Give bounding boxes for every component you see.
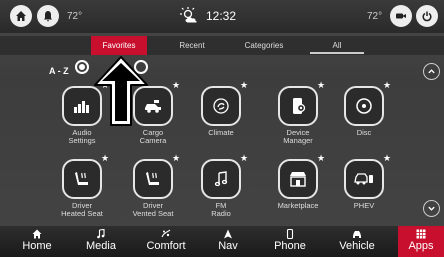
vented-seat-icon	[133, 159, 173, 199]
app-disc[interactable]: ★ Disc	[327, 80, 401, 156]
passenger-temperature[interactable]: 72°	[367, 11, 382, 22]
nav-label: Media	[86, 240, 116, 252]
power-icon[interactable]	[416, 5, 438, 27]
home-shortcut-icon[interactable]	[10, 5, 32, 27]
sort-az-radio[interactable]	[75, 60, 89, 74]
app-climate[interactable]: ★ Climate	[184, 80, 258, 156]
app-phev[interactable]: ★ PHEV	[327, 153, 401, 229]
scroll-down-button[interactable]	[423, 200, 440, 217]
status-bar: 72° 12:32 72°	[0, 0, 444, 33]
nav-media[interactable]: Media	[78, 226, 124, 257]
favorite-star-icon[interactable]: ★	[317, 153, 325, 164]
nav-home[interactable]: Home	[14, 226, 60, 257]
nav-label: Vehicle	[339, 240, 375, 252]
app-fm-radio[interactable]: ★ FM Radio	[184, 153, 258, 229]
app-label: Marketplace	[277, 201, 319, 210]
app-label: Audio Settings	[68, 128, 96, 145]
nav-apps[interactable]: Apps	[398, 226, 444, 257]
nav-comfort[interactable]: Comfort	[140, 226, 192, 257]
climate-fan-icon	[201, 86, 241, 126]
chevron-down-icon	[428, 206, 435, 211]
clock: 12:32	[206, 9, 237, 23]
nav-label: Comfort	[146, 240, 186, 252]
favorite-star-icon[interactable]: ★	[383, 153, 391, 164]
nav-label: Phone	[274, 240, 306, 252]
apps-grid-icon	[416, 229, 426, 239]
nav-label: Home	[22, 240, 52, 252]
comfort-icon	[161, 229, 171, 238]
app-device-manager[interactable]: ★ Device Manager	[261, 80, 335, 156]
home-icon	[32, 229, 42, 239]
favorite-star-icon[interactable]: ★	[383, 80, 391, 91]
weather-partly-sunny-icon	[180, 7, 197, 23]
app-label: Driver Heated Seat	[61, 201, 103, 218]
app-label: Device Manager	[283, 128, 313, 145]
car-icon	[353, 231, 361, 238]
app-marketplace[interactable]: ★ Marketplace	[261, 153, 335, 229]
tab-recent[interactable]: Recent	[164, 36, 220, 55]
favorite-star-icon[interactable]: ★	[240, 80, 248, 91]
music-note-icon	[97, 229, 105, 239]
app-driver-vented-seat[interactable]: ★ Driver Vented Seat	[116, 153, 190, 229]
device-manager-icon	[278, 86, 318, 126]
tab-categories[interactable]: Categories	[233, 36, 295, 55]
apps-tab-bar: Favorites Recent Categories All	[0, 36, 444, 55]
active-view-underline	[310, 52, 364, 54]
nav-nav[interactable]: Nav	[210, 226, 246, 257]
scroll-up-button[interactable]	[423, 63, 440, 80]
bottom-navigation: Home Media Comfort Nav Phone Vehicle App…	[0, 226, 444, 257]
favorite-star-icon[interactable]: ★	[101, 153, 109, 164]
plugin-hybrid-car-icon	[344, 159, 384, 199]
uconnect-screen: 72° 12:32 72° Favorites Recent Categorie…	[0, 0, 444, 257]
app-label: FM Radio	[211, 201, 231, 218]
phone-icon	[286, 229, 294, 239]
app-label: Driver Vented Seat	[132, 201, 174, 218]
nav-label: Nav	[218, 240, 238, 252]
bell-icon[interactable]	[37, 5, 59, 27]
app-driver-heated-seat[interactable]: ★ Driver Heated Seat	[45, 153, 119, 229]
favorite-star-icon[interactable]: ★	[172, 80, 180, 91]
sort-label: A - Z	[49, 66, 69, 76]
navigation-arrow-icon	[224, 229, 232, 239]
storefront-icon	[278, 159, 318, 199]
favorite-star-icon[interactable]: ★	[317, 80, 325, 91]
nav-phone[interactable]: Phone	[268, 226, 312, 257]
favorite-star-icon[interactable]: ★	[172, 153, 180, 164]
app-label: Climate	[208, 128, 234, 137]
nav-label: Apps	[408, 240, 434, 252]
favorite-star-icon[interactable]: ★	[240, 153, 248, 164]
app-label: PHEV	[353, 201, 375, 210]
disc-icon	[344, 86, 384, 126]
music-note-icon	[201, 159, 241, 199]
heated-seat-icon	[62, 159, 102, 199]
driver-temperature[interactable]: 72°	[67, 11, 82, 22]
tab-favorites[interactable]: Favorites	[91, 36, 147, 55]
camera-icon[interactable]	[390, 5, 412, 27]
nav-vehicle[interactable]: Vehicle	[330, 226, 384, 257]
instruction-arrow-icon	[94, 56, 148, 126]
app-label: Disc	[356, 128, 372, 137]
app-label: Cargo Camera	[139, 128, 167, 145]
chevron-up-icon	[428, 69, 435, 74]
